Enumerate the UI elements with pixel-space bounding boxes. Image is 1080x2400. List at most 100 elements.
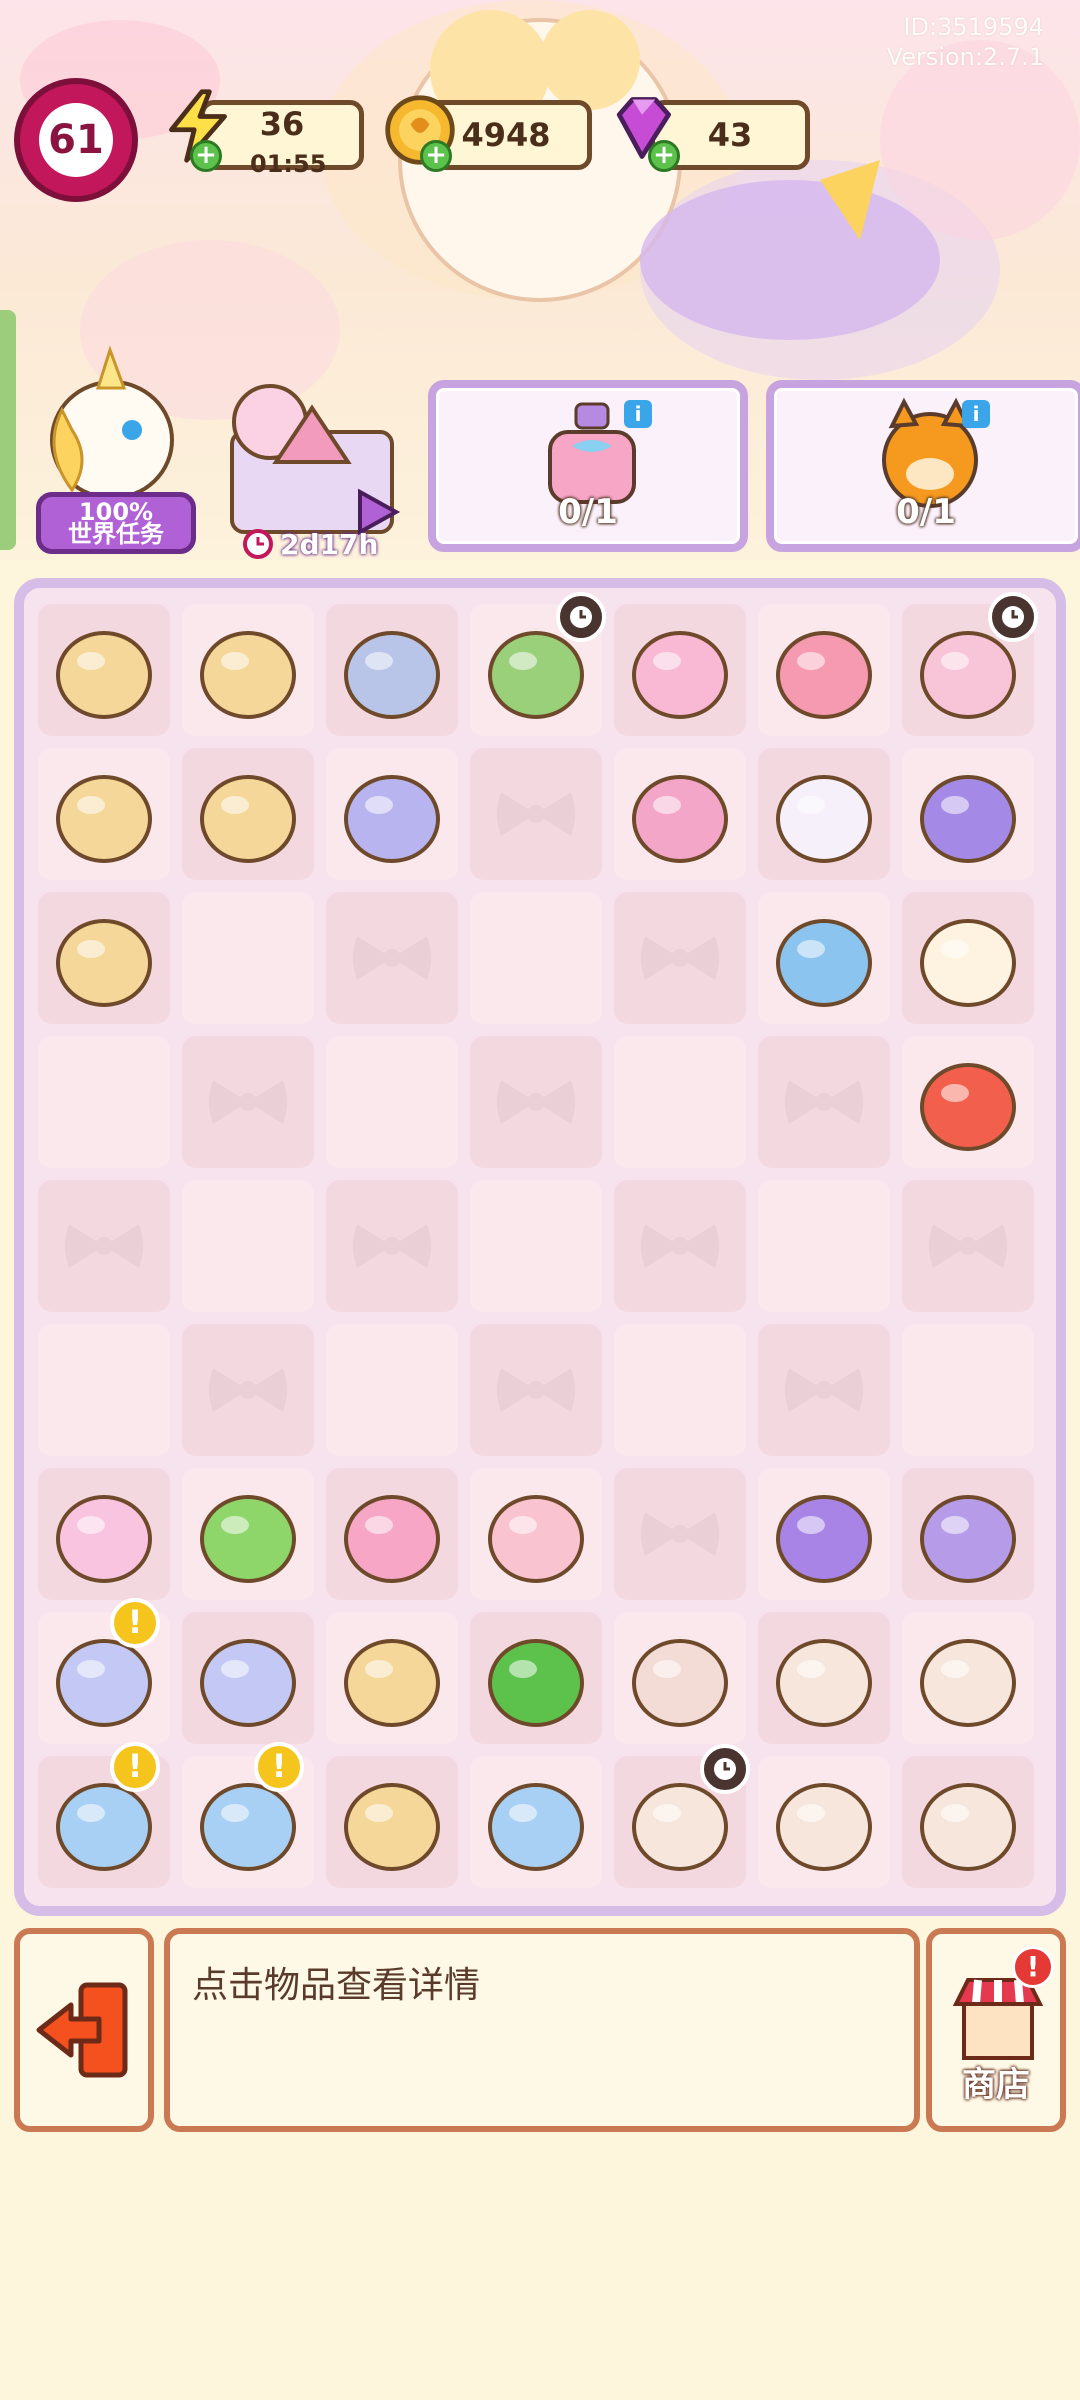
board-cell[interactable] xyxy=(902,892,1034,1024)
board-cell[interactable]: ! xyxy=(38,1742,170,1888)
board-cell[interactable] xyxy=(182,1324,314,1456)
board-cell[interactable] xyxy=(326,1756,458,1888)
item-info-box: 点击物品查看详情 xyxy=(164,1928,920,2132)
board-cell[interactable] xyxy=(470,1756,602,1888)
board-cell[interactable] xyxy=(326,604,458,736)
board-cell[interactable] xyxy=(326,748,458,880)
board-cell[interactable]: ! xyxy=(38,1598,170,1744)
board-cell[interactable] xyxy=(470,1036,602,1168)
order-info-button-1[interactable]: i xyxy=(624,400,652,428)
bow-placeholder-icon xyxy=(497,792,575,836)
board-cell[interactable] xyxy=(38,1036,170,1168)
board-cell[interactable] xyxy=(758,604,890,736)
side-panel-tab[interactable] xyxy=(0,310,16,550)
board-cell[interactable] xyxy=(38,892,170,1024)
board-cell[interactable] xyxy=(326,1180,458,1312)
board-cell[interactable] xyxy=(38,1180,170,1312)
board-cell[interactable] xyxy=(38,1468,170,1600)
board-cell[interactable] xyxy=(902,1756,1034,1888)
wardrobe-glow-icon xyxy=(920,1783,1016,1871)
nightstand-icon xyxy=(776,1639,872,1727)
tall-cabinet-icon xyxy=(920,1639,1016,1727)
shop-label: 商店 xyxy=(962,2065,1030,2105)
bow-placeholder-icon xyxy=(929,1224,1007,1268)
board-cell[interactable] xyxy=(470,892,602,1024)
bow-placeholder-icon xyxy=(353,936,431,980)
unicorn-background-art xyxy=(398,10,940,340)
coin-value: 4948 xyxy=(461,116,551,154)
pink-bear-plush-icon xyxy=(776,631,872,719)
order-card-2[interactable]: i 0/1 xyxy=(766,380,1080,552)
board-cell[interactable] xyxy=(182,892,314,1024)
board-cell[interactable] xyxy=(758,1756,890,1888)
unicorn-portrait-icon xyxy=(50,345,174,500)
board-cell[interactable] xyxy=(758,748,890,880)
bow-placeholder-icon xyxy=(65,1224,143,1268)
board-cell[interactable] xyxy=(38,604,170,736)
bow-placeholder-icon xyxy=(641,1224,719,1268)
board-cell[interactable] xyxy=(758,1324,890,1456)
board-cell[interactable] xyxy=(614,1744,750,1888)
board-cell[interactable] xyxy=(614,892,746,1024)
merge-grid: !!! xyxy=(32,592,1048,1898)
board-cell[interactable] xyxy=(182,1468,314,1600)
board-cell[interactable]: ! xyxy=(182,1742,314,1888)
board-cell[interactable] xyxy=(614,1324,746,1456)
unicorn-plush-icon xyxy=(776,775,872,863)
board-cell[interactable] xyxy=(614,748,746,880)
board-cell[interactable] xyxy=(326,1324,458,1456)
board-cell[interactable] xyxy=(326,892,458,1024)
board-cell[interactable] xyxy=(758,892,890,1024)
level-badge[interactable]: 61 xyxy=(14,78,138,202)
lint-roller-icon xyxy=(632,775,728,863)
board-cell[interactable] xyxy=(614,1468,746,1600)
candy-jar-icon xyxy=(488,1783,584,1871)
shop-button[interactable]: ! 商店 xyxy=(926,1928,1066,2132)
world-task-button[interactable]: 100% 世界任务 xyxy=(32,330,198,560)
folded-box-icon xyxy=(200,775,296,863)
add-energy-button[interactable]: + xyxy=(190,140,222,172)
order-card-1[interactable]: i 0/1 xyxy=(428,380,748,552)
exit-button[interactable] xyxy=(14,1928,154,2132)
drawer-open-icon xyxy=(632,1639,728,1727)
order-info-button-2[interactable]: i xyxy=(962,400,990,428)
cosmetics-set-icon xyxy=(344,631,440,719)
event-timer-text: 2d17h xyxy=(280,527,379,561)
board-cell[interactable] xyxy=(470,1468,602,1600)
board-cell[interactable] xyxy=(470,748,602,880)
board-cell[interactable] xyxy=(614,1612,746,1744)
board-cell[interactable] xyxy=(182,1612,314,1744)
board-cell[interactable] xyxy=(614,1180,746,1312)
add-coins-button[interactable]: + xyxy=(420,140,452,172)
board-cell[interactable] xyxy=(902,1468,1034,1600)
board-cell[interactable] xyxy=(902,1180,1034,1312)
board-cell[interactable] xyxy=(758,1468,890,1600)
board-cell[interactable] xyxy=(758,1612,890,1744)
board-cell[interactable] xyxy=(902,1324,1034,1456)
board-cell[interactable] xyxy=(326,1612,458,1744)
board-cell[interactable] xyxy=(758,1180,890,1312)
board-cell[interactable] xyxy=(182,1036,314,1168)
bow-placeholder-icon xyxy=(641,936,719,980)
board-cell[interactable] xyxy=(470,1180,602,1312)
board-cell[interactable] xyxy=(38,748,170,880)
board-cell[interactable] xyxy=(470,592,606,736)
board-cell[interactable] xyxy=(182,748,314,880)
board-cell[interactable] xyxy=(902,748,1034,880)
add-gems-button[interactable]: + xyxy=(648,140,680,172)
board-cell[interactable] xyxy=(614,1036,746,1168)
board-cell[interactable] xyxy=(38,1324,170,1456)
wrapped-candy-icon xyxy=(488,1639,584,1727)
board-cell[interactable] xyxy=(758,1036,890,1168)
board-cell[interactable] xyxy=(470,1612,602,1744)
board-cell[interactable] xyxy=(470,1324,602,1456)
board-cell[interactable] xyxy=(326,1468,458,1600)
board-cell[interactable] xyxy=(902,592,1038,736)
board-cell[interactable] xyxy=(614,604,746,736)
board-cell[interactable] xyxy=(902,1036,1034,1168)
board-cell[interactable] xyxy=(182,604,314,736)
cotton-candy-icon xyxy=(56,1495,152,1583)
board-cell[interactable] xyxy=(182,1180,314,1312)
board-cell[interactable] xyxy=(902,1612,1034,1744)
board-cell[interactable] xyxy=(326,1036,458,1168)
